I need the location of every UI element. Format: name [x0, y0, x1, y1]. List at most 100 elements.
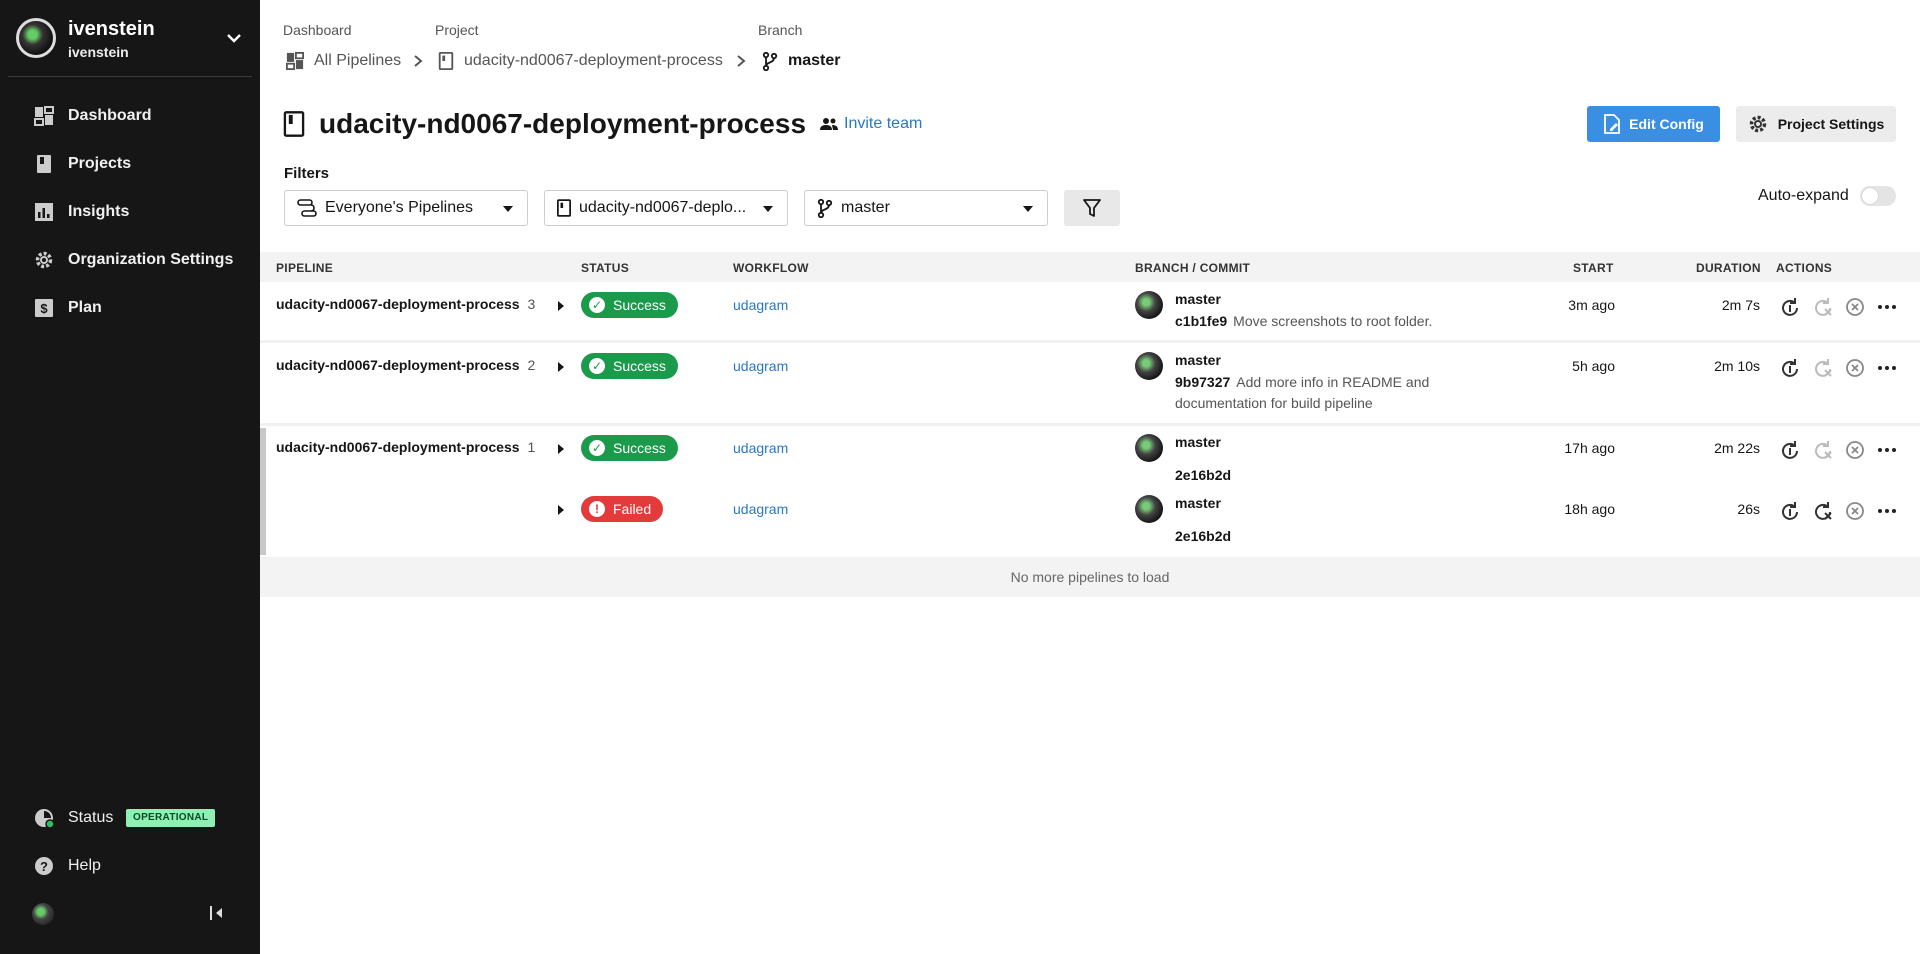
page-title: udacity-nd0067-deployment-process	[319, 108, 807, 139]
start-time: 3m ago	[1568, 297, 1615, 313]
pipelines-icon	[297, 199, 317, 217]
pipeline-cell[interactable]: udacity-nd0067-deployment-process 2	[276, 357, 535, 373]
project-icon	[438, 52, 454, 70]
gear-icon	[1749, 115, 1766, 133]
breadcrumb-project[interactable]: udacity-nd0067-deployment-process	[438, 50, 723, 72]
duration: 26s	[1737, 501, 1760, 517]
sidebar-divider	[8, 76, 252, 77]
rerun-icon[interactable]	[1780, 501, 1800, 521]
sidebar-item-label: Help	[68, 857, 101, 874]
org-switcher[interactable]: ivenstein ivenstein	[14, 16, 254, 62]
expand-triangle-icon[interactable]	[558, 444, 564, 454]
caret-down-icon	[1023, 206, 1033, 212]
start-time: 18h ago	[1564, 501, 1615, 517]
invite-team-label: Invite team	[844, 115, 923, 132]
breadcrumb-branch[interactable]: master	[762, 50, 840, 72]
sidebar-item-projects[interactable]: Projects	[0, 144, 260, 184]
edit-config-button[interactable]: Edit Config	[1587, 106, 1720, 142]
rerun-failed-icon[interactable]	[1813, 440, 1833, 460]
commit-info: 2e16b2d	[1175, 526, 1455, 547]
rerun-failed-icon[interactable]	[1813, 501, 1833, 521]
sidebar-item-label: Status	[68, 809, 114, 826]
rerun-failed-icon[interactable]	[1813, 358, 1833, 378]
user-avatar[interactable]	[32, 903, 54, 925]
status-text: Success	[613, 440, 666, 456]
sidebar-item-organization-settings[interactable]: Organization Settings	[0, 240, 260, 280]
more-options-icon[interactable]	[1877, 501, 1897, 521]
pipeline-group-indicator	[260, 428, 266, 555]
filters-label: Filters	[284, 165, 330, 182]
rerun-failed-icon[interactable]	[1813, 297, 1833, 317]
rerun-icon[interactable]	[1780, 297, 1800, 317]
column-header-duration: DURATION	[1696, 261, 1761, 275]
more-options-icon[interactable]	[1877, 358, 1897, 378]
project-filter-select[interactable]: udacity-nd0067-deplo...	[544, 190, 788, 226]
breadcrumb-dashboard-label: Dashboard	[283, 22, 352, 38]
rerun-icon[interactable]	[1780, 358, 1800, 378]
branch-icon	[817, 198, 833, 218]
sidebar-item-insights[interactable]: Insights	[0, 192, 260, 232]
commit-info: 2e16b2d	[1175, 465, 1455, 486]
project-settings-label: Project Settings	[1777, 116, 1885, 132]
cancel-icon[interactable]	[1845, 440, 1865, 460]
toggle-knob	[1862, 188, 1878, 204]
workflow-link[interactable]: udagram	[733, 297, 788, 313]
sidebar-item-dashboard[interactable]: Dashboard	[0, 96, 260, 136]
breadcrumb-text: master	[788, 52, 841, 69]
row-divider	[260, 340, 1920, 343]
sidebar-item-label: Organization Settings	[68, 251, 234, 268]
branch-name: master	[1175, 495, 1221, 511]
cancel-icon[interactable]	[1845, 501, 1865, 521]
pipeline-cell[interactable]: udacity-nd0067-deployment-process 1	[276, 439, 535, 455]
breadcrumb-text: udacity-nd0067-deployment-process	[464, 52, 723, 69]
org-user: ivenstein	[68, 44, 129, 60]
branch-name: master	[1175, 352, 1221, 368]
filter-button[interactable]	[1064, 190, 1120, 226]
pipeline-number: 3	[527, 296, 536, 312]
workflow-link[interactable]: udagram	[733, 501, 788, 517]
caret-down-icon	[763, 206, 773, 212]
sidebar-item-help[interactable]: ? Help	[0, 846, 260, 886]
org-avatar	[16, 18, 56, 58]
check-icon: ✓	[589, 297, 605, 313]
select-value: Everyone's Pipelines	[325, 199, 474, 216]
status-badge: ✓ Success	[581, 292, 678, 318]
breadcrumb-all-pipelines[interactable]: All Pipelines	[286, 50, 401, 72]
collapse-sidebar-icon[interactable]	[208, 904, 226, 922]
expand-triangle-icon[interactable]	[558, 362, 564, 372]
pipelines-filter-select[interactable]: Everyone's Pipelines	[284, 190, 528, 226]
dashboard-icon	[34, 106, 54, 126]
edit-config-label: Edit Config	[1629, 116, 1704, 132]
workflow-link[interactable]: udagram	[733, 358, 788, 374]
commit-hash[interactable]: c1b1fe9	[1175, 313, 1227, 329]
sidebar-item-plan[interactable]: $ Plan	[0, 288, 260, 328]
pipeline-cell[interactable]: udacity-nd0067-deployment-process 3	[276, 296, 535, 312]
rerun-icon[interactable]	[1780, 440, 1800, 460]
commit-hash[interactable]: 2e16b2d	[1175, 528, 1231, 544]
cancel-icon[interactable]	[1845, 358, 1865, 378]
workflow-link[interactable]: udagram	[733, 440, 788, 456]
more-options-icon[interactable]	[1877, 440, 1897, 460]
cancel-icon[interactable]	[1845, 297, 1865, 317]
invite-team-link[interactable]: Invite team	[820, 115, 922, 133]
more-options-icon[interactable]	[1877, 297, 1897, 317]
commit-hash[interactable]: 9b97327	[1175, 374, 1230, 390]
start-time: 17h ago	[1564, 440, 1615, 456]
expand-triangle-icon[interactable]	[558, 505, 564, 515]
commit-info: c1b1fe9 Move screenshots to root folder.	[1175, 311, 1495, 332]
avatar	[1135, 291, 1163, 319]
sidebar-item-label: Insights	[68, 203, 130, 220]
project-settings-button[interactable]: Project Settings	[1736, 106, 1896, 142]
exclamation-icon: !	[589, 501, 605, 517]
branch-filter-select[interactable]: master	[804, 190, 1048, 226]
sidebar: ivenstein ivenstein Dashboard Projects I…	[0, 0, 260, 954]
funnel-icon	[1083, 199, 1101, 217]
status-text: Failed	[613, 501, 652, 517]
expand-triangle-icon[interactable]	[558, 301, 564, 311]
duration: 2m 10s	[1714, 358, 1760, 374]
check-icon: ✓	[589, 440, 605, 456]
status-text: Success	[613, 297, 666, 313]
avatar	[1135, 434, 1163, 462]
auto-expand-toggle[interactable]	[1860, 186, 1896, 206]
commit-hash[interactable]: 2e16b2d	[1175, 467, 1231, 483]
